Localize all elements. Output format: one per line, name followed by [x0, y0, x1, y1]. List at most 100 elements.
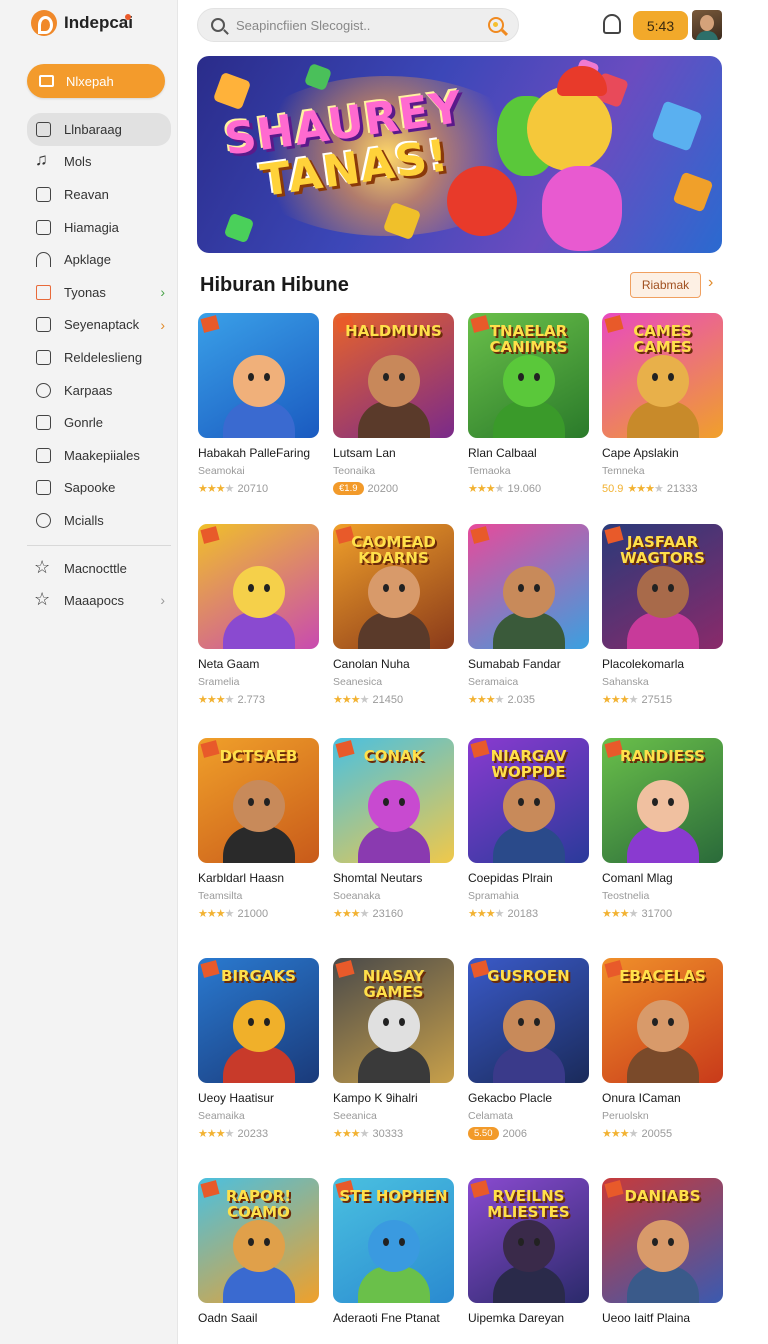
game-title[interactable]: Ueoy Haatisur [198, 1091, 319, 1105]
thumbnail-title: NIASAY GAMES [362, 967, 425, 1001]
sidebar-item[interactable]: Macnocttle [27, 552, 171, 585]
game-title[interactable]: Ueoo Iaitf Plaina [602, 1311, 723, 1325]
game-title[interactable]: Lutsam Lan [333, 446, 454, 460]
eye [383, 1238, 389, 1246]
game-thumbnail[interactable]: TNAELAR CANIMRS [468, 313, 589, 438]
game-card[interactable]: TNAELAR CANIMRS Rlan Calbaal Temaoka ★★★★ 19… [468, 313, 589, 495]
sidebar-item[interactable]: Apklage [27, 243, 171, 276]
game-card[interactable]: Neta Gaam Sramelia ★★★★ 2.773 [198, 524, 319, 706]
game-thumbnail[interactable]: NIARGAV WOPPDE [468, 738, 589, 863]
game-thumbnail[interactable]: JASFAAR WAGTORS [602, 524, 723, 649]
game-card[interactable]: EBACELAS Onura ICaman Peruolskn ★★★★ 20055 [602, 958, 723, 1140]
primary-action-button[interactable]: Nlxepah [27, 64, 165, 98]
game-title[interactable]: Kampo K 9ihalri [333, 1091, 454, 1105]
game-thumbnail[interactable]: BIRGAKS [198, 958, 319, 1083]
sidebar-item[interactable]: Sapooke [27, 472, 171, 505]
sidebar-item[interactable]: Seyenaptack › [27, 309, 171, 342]
game-card[interactable]: BIRGAKS Ueoy Haatisur Seamaika ★★★★ 20233 [198, 958, 319, 1140]
game-thumbnail[interactable]: HALDMUNS [333, 313, 454, 438]
game-card[interactable]: CAOMEAD KDARNS Canolan Nuha Seanesica ★★★★ 2… [333, 524, 454, 706]
sidebar-item-label: Apklage [64, 252, 111, 268]
game-thumbnail[interactable] [198, 313, 319, 438]
avatar[interactable] [692, 10, 722, 40]
sidebar-item[interactable]: Maakepiiales [27, 439, 171, 472]
game-title[interactable]: Shomtal Neutars [333, 871, 454, 885]
game-title[interactable]: Rlan Calbaal [468, 446, 589, 460]
game-thumbnail[interactable]: DANIABS [602, 1178, 723, 1303]
game-thumbnail[interactable]: RANDIESS [602, 738, 723, 863]
game-card[interactable]: Sumabab Fandar Seramaica ★★★★ 2.035 [468, 524, 589, 706]
game-title[interactable]: Neta Gaam [198, 657, 319, 671]
game-title[interactable]: Karbldarl Haasn [198, 871, 319, 885]
game-rating: €1.9 20200 [333, 482, 454, 495]
game-thumbnail[interactable] [198, 524, 319, 649]
game-title[interactable]: Canolan Nuha [333, 657, 454, 671]
game-title[interactable]: Aderaoti Fne Ptanat [333, 1311, 454, 1325]
game-title[interactable]: Sumabab Fandar [468, 657, 589, 671]
game-title[interactable]: Oadn Saail [198, 1311, 319, 1325]
game-card[interactable]: CONAK Shomtal Neutars Soeanaka ★★★★ 23160 [333, 738, 454, 920]
character-face [233, 566, 285, 618]
search-bar[interactable]: Seapincfiien Slecogist.. [197, 8, 519, 42]
sidebar-item[interactable]: Karpaas [27, 374, 171, 407]
game-card[interactable]: GUSROEN Gekacbo Placle Celamata 5.50 2006 [468, 958, 589, 1140]
game-card[interactable]: STE HOPHEN Aderaoti Fne Ptanat [333, 1178, 454, 1325]
game-title[interactable]: Placolekomarla [602, 657, 723, 671]
eye [534, 798, 540, 806]
sidebar-item[interactable]: Hiamagia [27, 211, 171, 244]
game-card[interactable]: NIASAY GAMES Kampo K 9ihalri Seeanica ★★★★ 3… [333, 958, 454, 1140]
game-thumbnail[interactable]: RAPOR! COAMO [198, 1178, 319, 1303]
character-face [503, 1220, 555, 1272]
sidebar-item[interactable]: Gonrle [27, 406, 171, 439]
sidebar-item[interactable]: Reldeleslieng [27, 341, 171, 374]
game-thumbnail[interactable] [468, 524, 589, 649]
game-title[interactable]: Onura ICaman [602, 1091, 723, 1105]
notification-icon[interactable] [603, 14, 621, 34]
eye [534, 1018, 540, 1026]
game-thumbnail[interactable]: GUSROEN [468, 958, 589, 1083]
game-card[interactable]: HALDMUNS Lutsam Lan Teonaika €1.9 20200 [333, 313, 454, 495]
eye [399, 584, 405, 592]
game-title[interactable]: Coepidas Plrain [468, 871, 589, 885]
thumbnail-title: GUSROEN [487, 967, 570, 985]
game-card[interactable]: RANDIESS Comanl Mlag Teostnelia ★★★★ 31700 [602, 738, 723, 920]
game-thumbnail[interactable]: STE HOPHEN [333, 1178, 454, 1303]
hero-banner[interactable]: SHAUREY TANAS! [197, 56, 722, 253]
app-logo[interactable]: Indepcai [31, 10, 133, 36]
game-card[interactable]: JASFAAR WAGTORS Placolekomarla Sahanska ★★★… [602, 524, 723, 706]
game-title[interactable]: Habakah PalleFaring [198, 446, 319, 460]
game-thumbnail[interactable]: DCTSAEB [198, 738, 319, 863]
sidebar-item[interactable]: Mcialls [27, 504, 171, 537]
game-card[interactable]: DANIABS Ueoo Iaitf Plaina [602, 1178, 723, 1325]
game-thumbnail[interactable]: CAOMEAD KDARNS [333, 524, 454, 649]
primary-action-label: Nlxepah [66, 73, 114, 89]
chevron-right-icon[interactable]: › [708, 274, 713, 292]
game-thumbnail[interactable]: CAMES CAMES [602, 313, 723, 438]
sidebar-item[interactable]: Llnbaraag [27, 113, 171, 146]
game-title[interactable]: Gekacbo Placle [468, 1091, 589, 1105]
game-card[interactable]: RVEILNS MLIESTES Uipemka Dareyan [468, 1178, 589, 1325]
game-rating: ★★★★ 21000 [198, 907, 319, 921]
sidebar-item[interactable]: Maaapocs › [27, 584, 171, 617]
game-thumbnail[interactable]: RVEILNS MLIESTES [468, 1178, 589, 1303]
star-icon [34, 557, 51, 578]
time-badge: 5:43 [633, 11, 688, 40]
game-card[interactable]: NIARGAV WOPPDE Coepidas Plrain Spramahia ★★… [468, 738, 589, 920]
game-thumbnail[interactable]: EBACELAS [602, 958, 723, 1083]
game-thumbnail[interactable]: NIASAY GAMES [333, 958, 454, 1083]
game-card[interactable]: RAPOR! COAMO Oadn Saail [198, 1178, 319, 1325]
see-more-button[interactable]: Riabmak [630, 272, 701, 298]
game-title[interactable]: Cape Apslakin [602, 446, 723, 460]
game-card[interactable]: DCTSAEB Karbldarl Haasn Teamsilta ★★★★ 21000 [198, 738, 319, 920]
game-card[interactable]: Habakah PalleFaring Seamokai ★★★★ 20710 [198, 313, 319, 495]
game-title[interactable]: Uipemka Dareyan [468, 1311, 589, 1325]
game-card[interactable]: CAMES CAMES Cape Apslakin Temneka 50.9 ★★★★ 2… [602, 313, 723, 495]
game-title[interactable]: Comanl Mlag [602, 871, 723, 885]
sidebar-item[interactable]: Reavan [27, 178, 171, 211]
sidebar-item[interactable]: Mols [27, 146, 171, 179]
sidebar-item[interactable]: Tyonas › [27, 276, 171, 309]
character-face [637, 355, 689, 407]
game-thumbnail[interactable]: CONAK [333, 738, 454, 863]
search-input[interactable]: Seapincfiien Slecogist.. [236, 18, 370, 33]
search-submit-icon[interactable] [488, 17, 504, 33]
